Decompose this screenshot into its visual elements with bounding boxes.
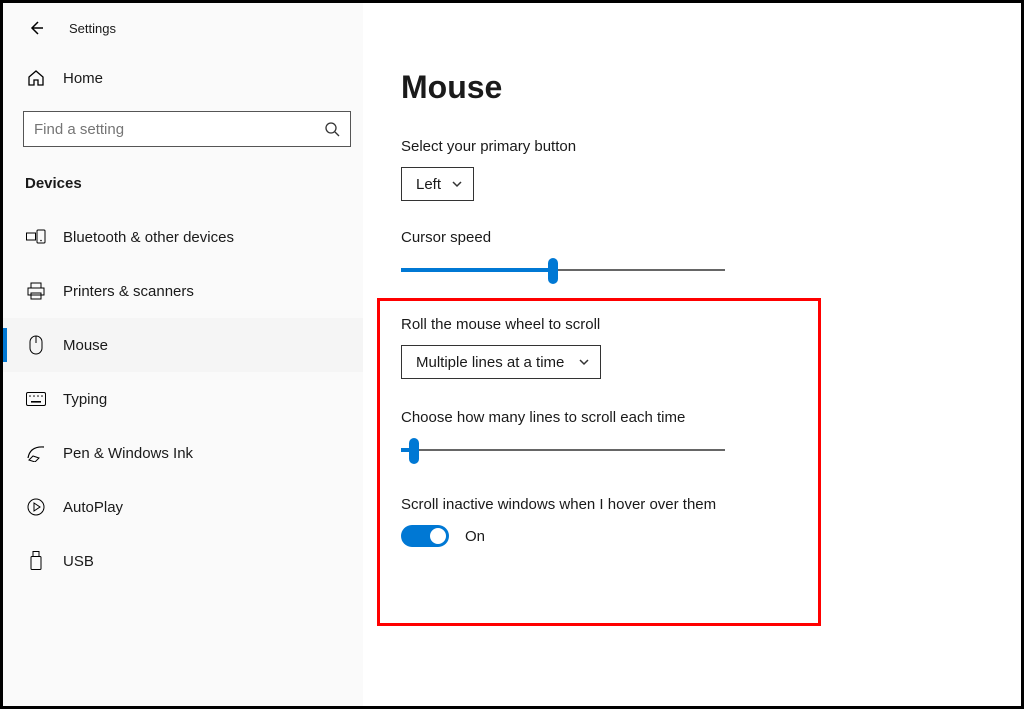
printer-icon (25, 282, 47, 300)
chevron-down-icon (451, 178, 463, 190)
search-input[interactable] (34, 121, 309, 138)
sidebar-item-label: Bluetooth & other devices (63, 229, 234, 246)
primary-button-value: Left (416, 176, 441, 193)
search-icon (324, 121, 340, 137)
app-title: Settings (69, 21, 116, 36)
wheel-scroll-dropdown[interactable]: Multiple lines at a time (401, 345, 601, 379)
scroll-inactive-label: Scroll inactive windows when I hover ove… (401, 496, 1021, 513)
sidebar-group-header: Devices (3, 167, 363, 210)
keyboard-icon (25, 392, 47, 406)
cursor-speed-label: Cursor speed (401, 229, 1021, 246)
chevron-down-icon (578, 356, 590, 368)
sidebar-item-printers[interactable]: Printers & scanners (3, 264, 363, 318)
toggle-knob (430, 528, 446, 544)
usb-icon (25, 551, 47, 571)
lines-each-label: Choose how many lines to scroll each tim… (401, 409, 1021, 426)
arrow-left-icon (28, 20, 44, 36)
scroll-inactive-toggle[interactable] (401, 525, 449, 547)
home-nav-item[interactable]: Home (3, 59, 363, 97)
sidebar-item-label: Typing (63, 391, 107, 408)
page-title: Mouse (401, 69, 1021, 106)
search-box[interactable] (23, 111, 351, 147)
sidebar-item-label: AutoPlay (63, 499, 123, 516)
sidebar-item-pen[interactable]: Pen & Windows Ink (3, 426, 363, 480)
wheel-scroll-value: Multiple lines at a time (416, 354, 564, 371)
wheel-scroll-block: Roll the mouse wheel to scroll Multiple … (401, 316, 1021, 379)
sidebar: Settings Home Devices (3, 3, 363, 706)
lines-each-block: Choose how many lines to scroll each tim… (401, 409, 1021, 462)
sidebar-item-autoplay[interactable]: AutoPlay (3, 480, 363, 534)
main-content: Mouse Select your primary button Left Cu… (363, 3, 1021, 706)
home-icon (25, 69, 47, 87)
sidebar-item-usb[interactable]: USB (3, 534, 363, 588)
sidebar-item-label: Printers & scanners (63, 283, 194, 300)
cursor-speed-slider[interactable] (401, 258, 725, 282)
sidebar-item-bluetooth[interactable]: Bluetooth & other devices (3, 210, 363, 264)
wheel-scroll-label: Roll the mouse wheel to scroll (401, 316, 1021, 333)
scroll-inactive-block: Scroll inactive windows when I hover ove… (401, 496, 1021, 547)
pen-icon (25, 444, 47, 462)
cursor-speed-block: Cursor speed (401, 229, 1021, 282)
sidebar-item-typing[interactable]: Typing (3, 372, 363, 426)
primary-button-label: Select your primary button (401, 138, 1021, 155)
sidebar-item-mouse[interactable]: Mouse (3, 318, 363, 372)
scroll-inactive-state: On (465, 528, 485, 545)
back-button[interactable] (25, 17, 47, 39)
mouse-icon (25, 335, 47, 355)
sidebar-item-label: USB (63, 553, 94, 570)
autoplay-icon (25, 498, 47, 516)
header-row: Settings (3, 17, 363, 59)
lines-each-slider[interactable] (401, 438, 725, 462)
sidebar-item-label: Pen & Windows Ink (63, 445, 193, 462)
primary-button-block: Select your primary button Left (401, 138, 1021, 201)
home-label: Home (63, 70, 103, 87)
sidebar-item-label: Mouse (63, 337, 108, 354)
devices-icon (25, 229, 47, 245)
primary-button-dropdown[interactable]: Left (401, 167, 474, 201)
